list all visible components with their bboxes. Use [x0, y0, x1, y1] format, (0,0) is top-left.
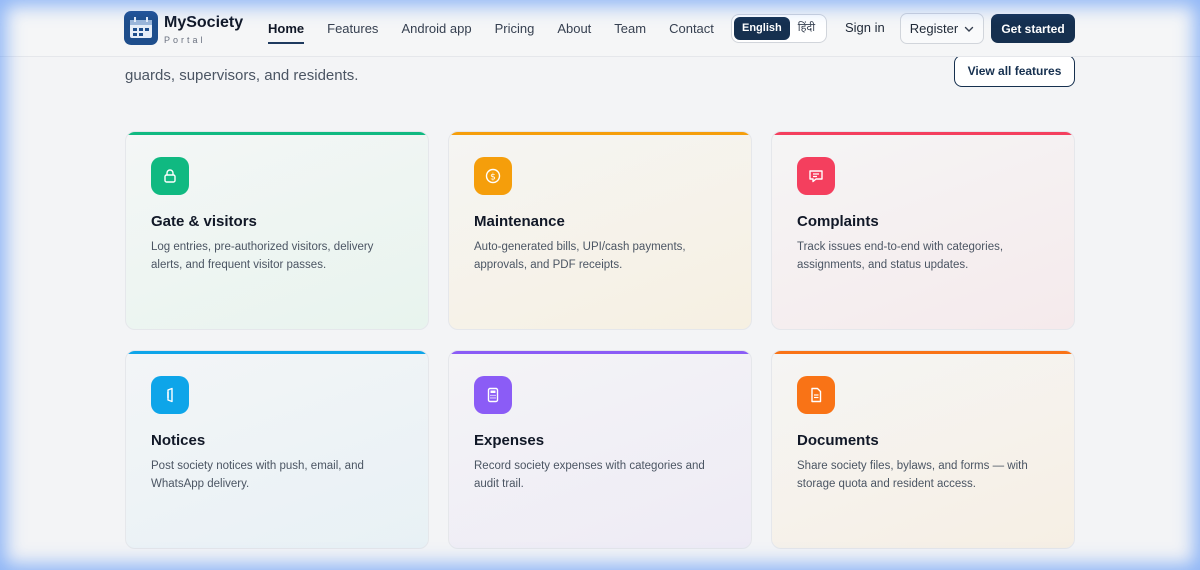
feature-card-documents[interactable]: Documents Share society files, bylaws, a…: [771, 350, 1075, 549]
feature-card-complaints[interactable]: Complaints Track issues end-to-end with …: [771, 131, 1075, 330]
megaphone-icon: [151, 376, 189, 414]
card-accent-bar: [772, 132, 1074, 135]
feature-card-maintenance[interactable]: $ Maintenance Auto-generated bills, UPI/…: [448, 131, 752, 330]
nav-contact[interactable]: Contact: [669, 0, 714, 57]
lang-english-button[interactable]: English: [734, 17, 790, 40]
nav-about[interactable]: About: [557, 0, 591, 57]
card-description: Share society files, bylaws, and forms —…: [797, 460, 1028, 490]
site-header: MySociety Portal Home Features Android a…: [0, 0, 1200, 57]
card-description: Record society expenses with categories …: [474, 460, 705, 490]
card-title: Notices: [151, 432, 206, 449]
brand-subtitle: Portal: [164, 35, 206, 45]
svg-text:$: $: [490, 172, 496, 182]
dollar-icon: $: [474, 157, 512, 195]
nav-pricing[interactable]: Pricing: [495, 0, 535, 57]
nav-features[interactable]: Features: [327, 0, 378, 57]
nav-team[interactable]: Team: [614, 0, 646, 57]
nav-android-app[interactable]: Android app: [401, 0, 471, 57]
register-label: Register: [909, 21, 959, 36]
get-started-button[interactable]: Get started: [991, 14, 1075, 43]
card-accent-bar: [772, 351, 1074, 354]
card-title: Gate & visitors: [151, 213, 257, 230]
brand-name[interactable]: MySociety: [164, 14, 243, 32]
features-intro-text: guards, supervisors, and residents.: [125, 67, 359, 84]
feature-card-gate-visitors[interactable]: Gate & visitors Log entries, pre-authori…: [125, 131, 429, 330]
card-description: Auto-generated bills, UPI/cash payments,…: [474, 241, 686, 271]
sign-in-link[interactable]: Sign in: [845, 20, 885, 35]
main-nav: Home Features Android app Pricing About …: [268, 0, 737, 57]
card-description: Log entries, pre-authorized visitors, de…: [151, 241, 374, 271]
feature-card-notices[interactable]: Notices Post society notices with push, …: [125, 350, 429, 549]
card-title: Documents: [797, 432, 879, 449]
card-description: Post society notices with push, email, a…: [151, 460, 364, 490]
calculator-icon: [474, 376, 512, 414]
message-icon: [797, 157, 835, 195]
card-title: Complaints: [797, 213, 879, 230]
language-toggle: English हिंदी: [731, 14, 827, 43]
chevron-down-icon: [965, 26, 974, 32]
logo-icon[interactable]: [124, 11, 158, 45]
card-accent-bar: [126, 351, 428, 354]
lang-hindi-button[interactable]: हिंदी: [790, 17, 823, 40]
nav-home[interactable]: Home: [268, 0, 305, 57]
card-accent-bar: [126, 132, 428, 135]
card-accent-bar: [449, 351, 751, 354]
document-icon: [797, 376, 835, 414]
feature-card-expenses[interactable]: Expenses Record society expenses with ca…: [448, 350, 752, 549]
card-title: Maintenance: [474, 213, 565, 230]
card-accent-bar: [449, 132, 751, 135]
register-dropdown[interactable]: Register: [900, 13, 984, 44]
card-title: Expenses: [474, 432, 545, 449]
card-description: Track issues end-to-end with categories,…: [797, 241, 1004, 271]
view-all-features-button[interactable]: View all features: [954, 55, 1075, 87]
lock-icon: [151, 157, 189, 195]
